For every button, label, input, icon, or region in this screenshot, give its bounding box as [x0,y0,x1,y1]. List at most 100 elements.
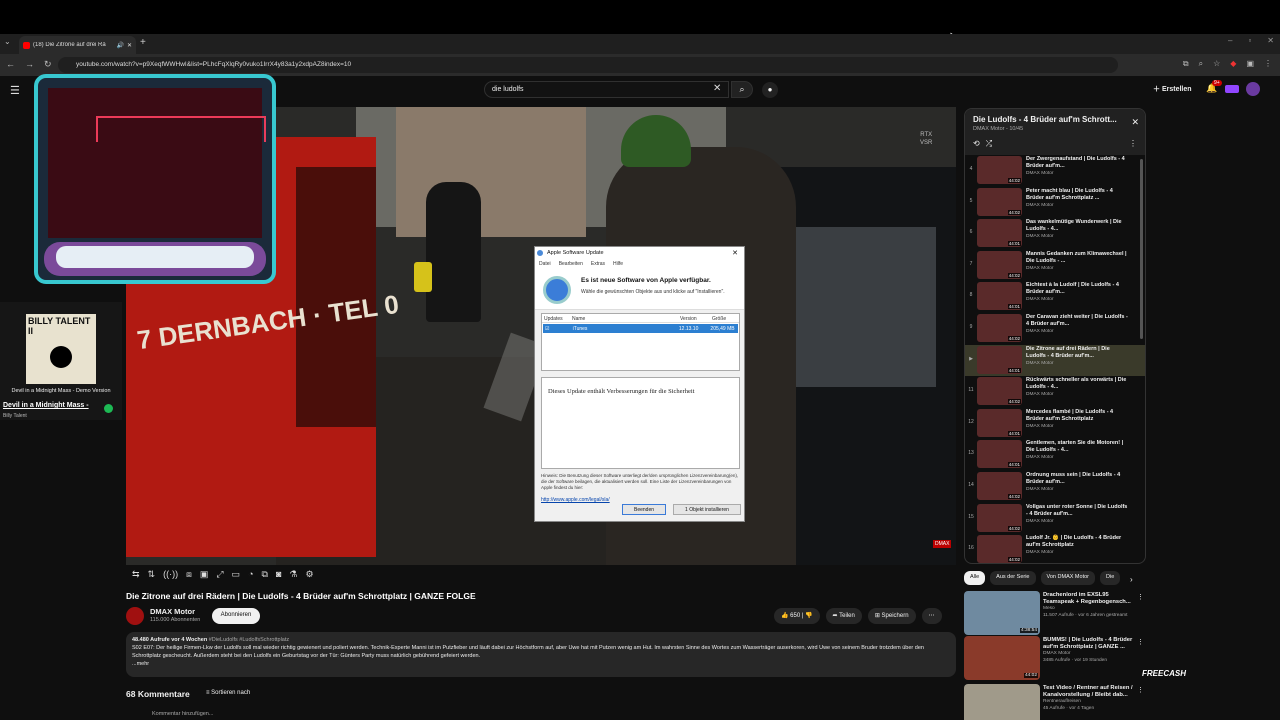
sort-comments-button[interactable]: ≡ Sortieren nach [206,690,250,696]
expand-icon[interactable]: ⤢ [216,569,223,580]
thumbs-up-icon: 👍 [781,613,791,619]
reload-icon[interactable]: ↻ [44,59,52,70]
video-actions: 👍 650 | 👎 ➦ Teilen ⊞ Speichern ⋯ [774,608,942,624]
rec-more-icon[interactable]: ⋮ [1137,593,1144,601]
create-button[interactable]: ＋ Erstellen [1153,84,1192,94]
track-artist[interactable]: Billy Talent [3,413,27,419]
bookmark-star-icon[interactable]: ☆ [1213,59,1220,69]
install-button[interactable]: 1 Objekt installieren [673,504,741,515]
shuffle-icon[interactable]: ⤮ [986,139,992,149]
recommendation-item[interactable]: 4:38:54 Drachenlord im EXSL95 Teamspeak … [964,591,1144,635]
speed-icon[interactable]: ◔ [248,569,253,580]
save-button[interactable]: ⊞ Speichern [867,608,916,624]
menu-icon[interactable]: ⋮ [1264,59,1272,69]
description-box[interactable]: 48.480 Aufrufe vor 4 Wochen #DieLudolfs … [126,632,956,677]
back-icon[interactable]: ← [6,59,15,70]
dialog-close-icon[interactable]: ✕ [732,249,738,257]
playlist-item[interactable]: 11 44:02 Rückwärts schneller als vorwärts … [965,376,1145,408]
desc-more[interactable]: ...mehr [132,660,950,668]
saved-check-icon[interactable] [104,404,113,413]
close-window-button[interactable]: ✕ [1267,36,1274,45]
channel-name[interactable]: DMAX Motor [150,607,195,616]
more-actions-button[interactable]: ⋯ [921,608,942,624]
playlist-item[interactable]: 4 44:02 Der Zwergenaufstand | Die Ludolfs … [965,155,1145,187]
desc-tags[interactable]: #DieLudolfs #LudolfsSchrottplatz [209,637,289,643]
like-button[interactable]: 👍 650 | 👎 [774,608,820,624]
extension-icon[interactable]: ◆ [1230,59,1236,69]
playlist-more-icon[interactable]: ⋮ [1129,139,1137,148]
hamburger-menu-icon[interactable]: ☰ [10,84,20,97]
menu-hilfe[interactable]: Hilfe [613,261,623,268]
settings-gear-icon[interactable]: ⚙ [305,569,313,580]
chip-die[interactable]: Die [1100,571,1121,585]
channel-avatar[interactable] [126,607,144,625]
playlist-close-icon[interactable]: ✕ [1131,117,1139,128]
license-link[interactable]: http://www.apple.com/legal/sla/ [541,497,610,503]
playlist-item[interactable]: 8 44:01 Eichtest à la Ludolf | Die Ludolfs… [965,281,1145,313]
update-row-itunes[interactable]: ☑ iTunes 12.13.10 205,49 MB [543,324,738,333]
rec-more-icon[interactable]: ⋮ [1137,638,1144,646]
playlist-item[interactable]: 13 44:01 Gentlemen, starten Sie die Motore… [965,439,1145,471]
screenshot-icon[interactable]: ◙ [276,569,281,580]
loop-icon[interactable]: ⇆ [132,569,140,580]
playlist-item[interactable]: 7 44:02 Mannis Gedanken zum Klimawechsel |… [965,250,1145,282]
extensions-puzzle-icon[interactable]: ▣ [1246,59,1254,69]
new-tab-button[interactable]: + [140,37,146,48]
tab-search-icon[interactable]: ⌄ [4,37,11,46]
chips-next-icon[interactable]: › [1130,575,1133,584]
cinema-icon[interactable]: ⧈ [186,569,192,580]
playlist-items: 4 44:02 Der Zwergenaufstand | Die Ludolfs … [965,155,1145,563]
playlist-item[interactable]: 15 44:02 Vollgas unter roter Sonne | Die L… [965,503,1145,535]
playlist-item[interactable]: 14 44:02 Ordnung muss sein | Die Ludolfs -… [965,471,1145,503]
pip-icon[interactable]: ▣ [200,569,209,580]
sort-icon[interactable]: ⇅ [148,569,156,580]
tab-close-icon[interactable]: ✕ [127,42,132,49]
chip-alle[interactable]: Alle [964,571,986,585]
playlist-item[interactable]: 16 44:02 Ludolf Jr. 👶 | Die Ludolfs - 4 Br… [965,534,1145,563]
playlist-title[interactable]: Die Ludolfs - 4 Brüder auf'm Schrott... [973,115,1137,124]
audio-icon[interactable]: ((·)) [163,569,178,580]
playlist-item-thumbnail: 44:02 [977,503,1022,532]
minimize-button[interactable]: – [1228,36,1232,45]
rec-more-icon[interactable]: ⋮ [1137,686,1144,694]
voice-search-button[interactable]: ● [762,82,778,98]
track-title[interactable]: Devil in a Midnight Mass - [3,402,89,409]
loop-playlist-icon[interactable]: ⟲ [973,139,980,149]
share-button[interactable]: ➦ Teilen [825,608,862,624]
update-checkbox[interactable]: ☑ [543,324,571,333]
lab-icon[interactable]: ⚗ [289,569,297,580]
chip-aus-der-serie[interactable]: Aus der Serie [990,571,1036,585]
recommendation-item[interactable]: 44:02 BUMMS! | Die Ludolfs - 4 Brüder au… [964,636,1144,680]
playlist-item[interactable]: 6 44:01 Das wankelmütige Wunderwerk | Die … [965,218,1145,250]
chip-von-dmax-motor[interactable]: Von DMAX Motor [1040,571,1095,585]
clear-search-icon[interactable]: ✕ [713,83,721,94]
miniplayer-icon[interactable]: ▭ [232,569,241,580]
search-button[interactable]: ⌕ [731,81,753,98]
quit-button[interactable]: Beenden [622,504,666,515]
install-icon[interactable]: ⧉ [1183,59,1189,69]
playlist-scrollbar[interactable] [1140,159,1143,339]
browser-tab[interactable]: (18) Die Zitrone auf drei Rä 🔊 ✕ [19,36,136,54]
maximize-button[interactable]: ▫ [1248,36,1251,45]
playlist-item[interactable]: ▶ 44:01 Die Zitrone auf drei Rädern | Die … [965,344,1145,377]
add-comment-field[interactable]: Kommentar hinzufügen... [126,711,213,717]
account-avatar[interactable] [1246,82,1260,96]
menu-datei[interactable]: Datei [539,261,551,268]
mute-icon[interactable]: 🔊 [116,42,123,49]
playlist-item[interactable]: 5 44:02 Peter macht blau | Die Ludolfs - 4… [965,187,1145,219]
twitch-icon[interactable] [1225,85,1239,93]
popup-icon[interactable]: ⧉ [262,569,268,580]
playlist-item-title: Ludolf Jr. 👶 | Die Ludolfs - 4 Brüder au… [1026,535,1122,549]
menu-extras[interactable]: Extras [591,261,605,268]
search-input[interactable]: die ludolfs [484,81,729,98]
playlist-item[interactable]: 12 44:01 Mercedes flambé | Die Ludolfs - 4… [965,408,1145,440]
subscribe-button[interactable]: Abonnieren [212,608,260,624]
menu-bearbeiten[interactable]: Bearbeiten [559,261,583,268]
forward-icon[interactable]: → [25,59,34,70]
url-field[interactable]: youtube.com/watch?v=p9XeqfWWHwI&list=PLh… [58,57,1118,73]
zoom-icon[interactable]: ⌕ [1199,59,1203,69]
dislike-icon[interactable]: | 👎 [800,613,813,619]
playlist-item[interactable]: 9 44:02 Der Caravan zieht weiter | Die Lud… [965,313,1145,345]
recommendation-item[interactable]: Test Video / Rentner auf Reisen / Kanalv… [964,684,1144,720]
playlist-item-title: Mannis Gedanken zum Klimawechsel | Die L… [1026,250,1127,264]
